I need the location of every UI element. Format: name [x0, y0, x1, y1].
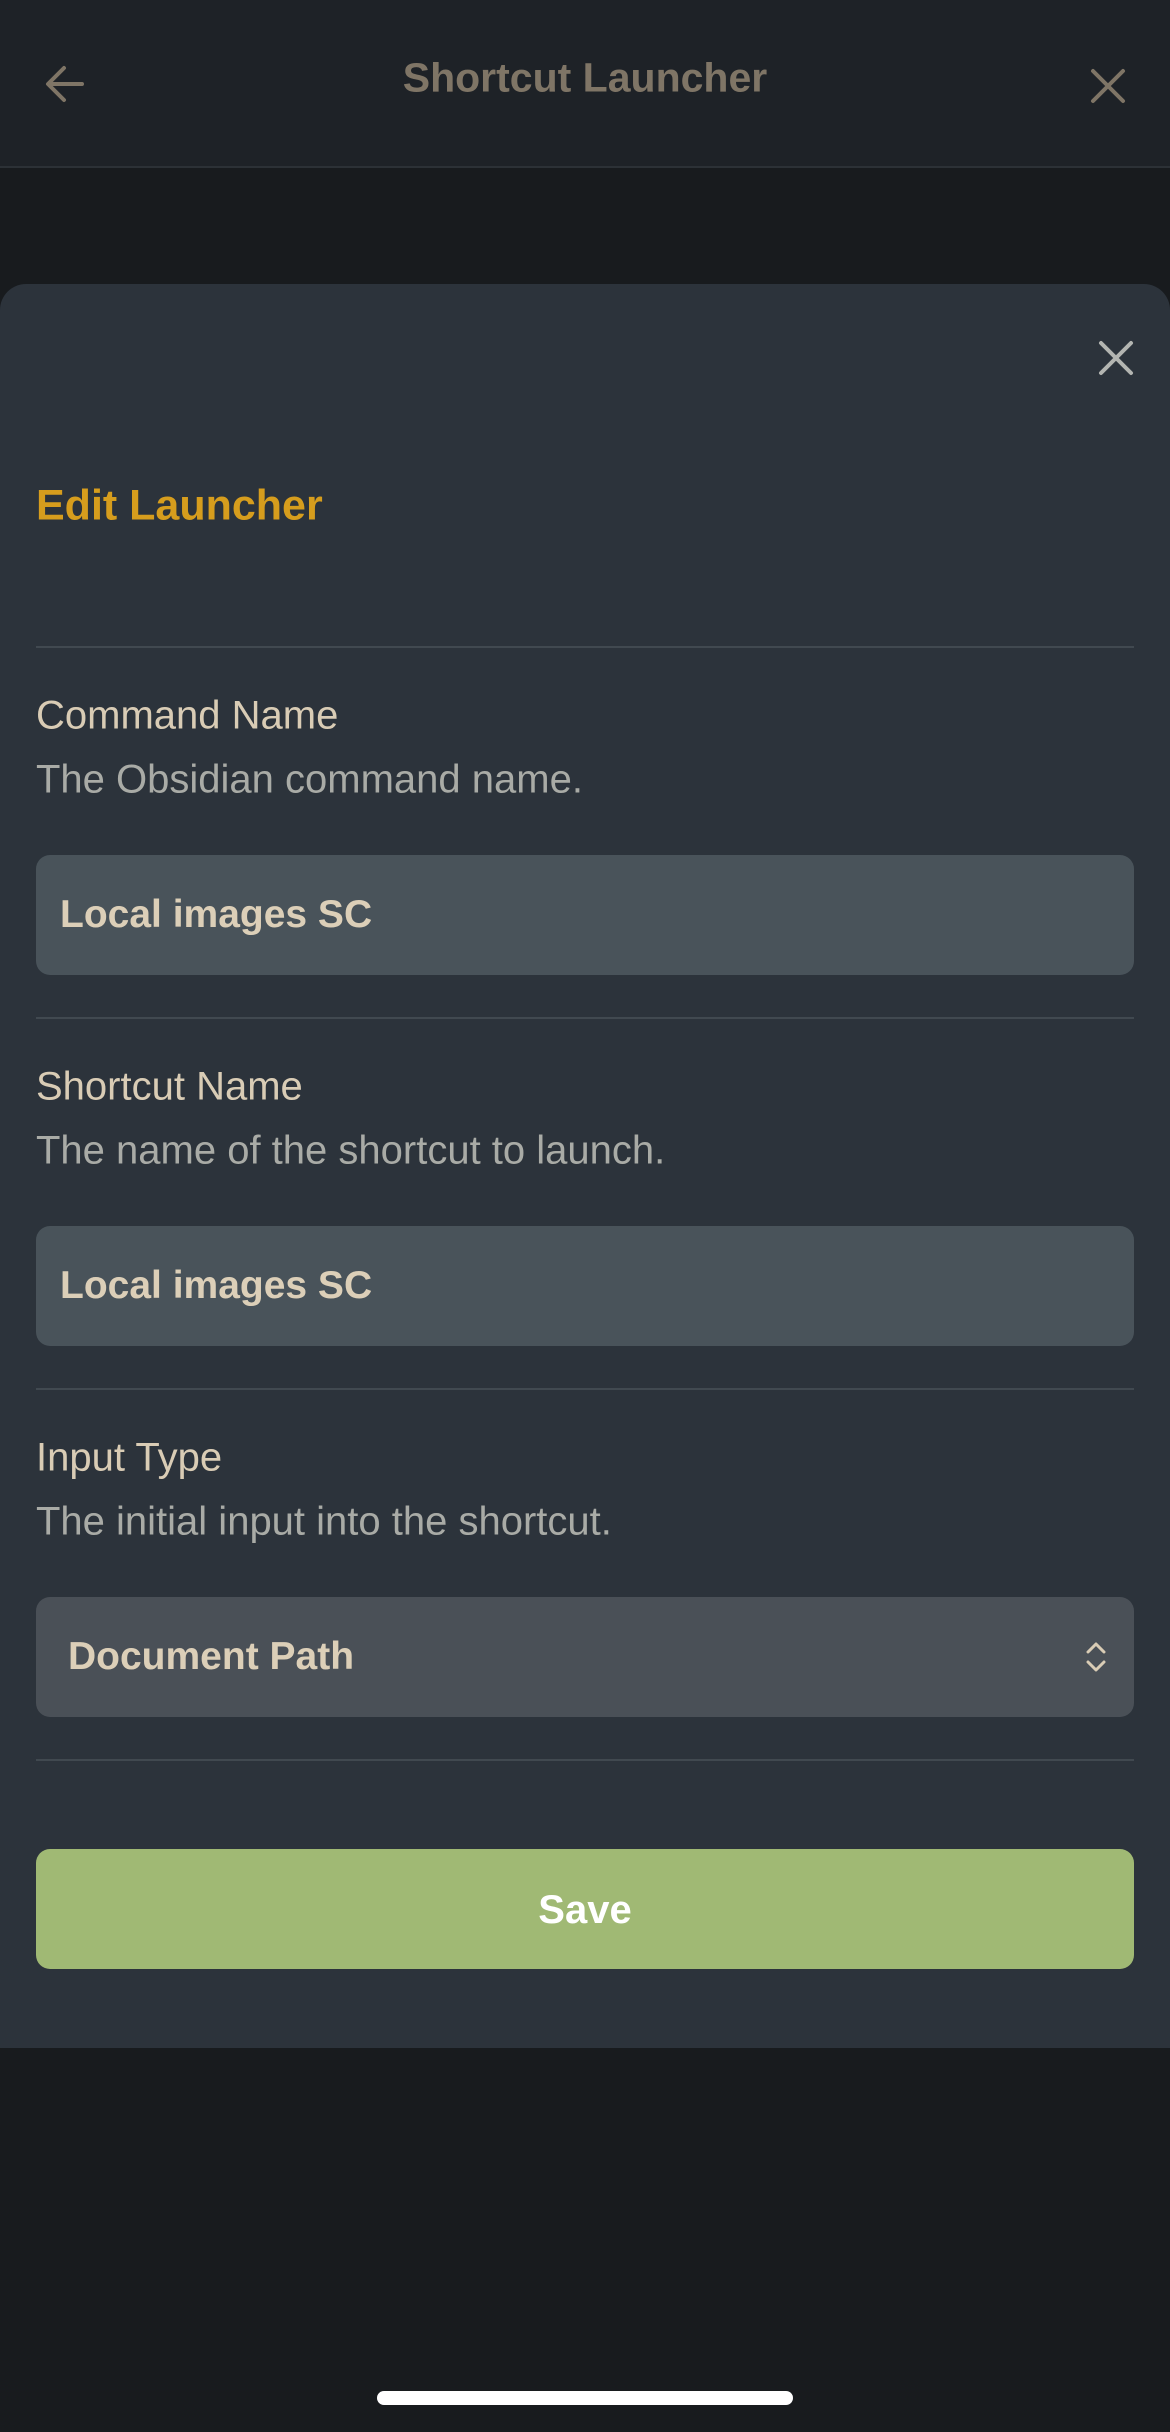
close-icon[interactable]: [1088, 66, 1128, 106]
divider: [36, 646, 1134, 648]
shortcut-name-description: The name of the shortcut to launch.: [36, 1128, 666, 1173]
command-name-description: The Obsidian command name.: [36, 757, 583, 802]
modal-title: Edit Launcher: [36, 481, 323, 530]
modal-close-icon[interactable]: [1096, 338, 1136, 378]
command-name-label: Command Name: [36, 693, 339, 738]
chevron-up-down-icon: [1086, 1642, 1106, 1672]
shortcut-name-label: Shortcut Name: [36, 1064, 303, 1109]
divider: [36, 1388, 1134, 1390]
command-name-input[interactable]: [36, 855, 1134, 975]
home-indicator: [377, 2391, 793, 2405]
edit-launcher-modal: Edit Launcher Command Name The Obsidian …: [0, 284, 1170, 2048]
input-type-label: Input Type: [36, 1435, 223, 1480]
divider: [36, 1759, 1134, 1761]
save-button[interactable]: Save: [36, 1849, 1134, 1969]
shortcut-name-input[interactable]: [36, 1226, 1134, 1346]
page-title: Shortcut Launcher: [402, 54, 768, 101]
top-nav-bar: Shortcut Launcher: [0, 0, 1170, 168]
divider: [36, 1017, 1134, 1019]
input-type-selected-value: Document Path: [68, 1635, 355, 1678]
input-type-description: The initial input into the shortcut.: [36, 1499, 612, 1544]
input-type-select[interactable]: Document Path: [36, 1597, 1134, 1717]
